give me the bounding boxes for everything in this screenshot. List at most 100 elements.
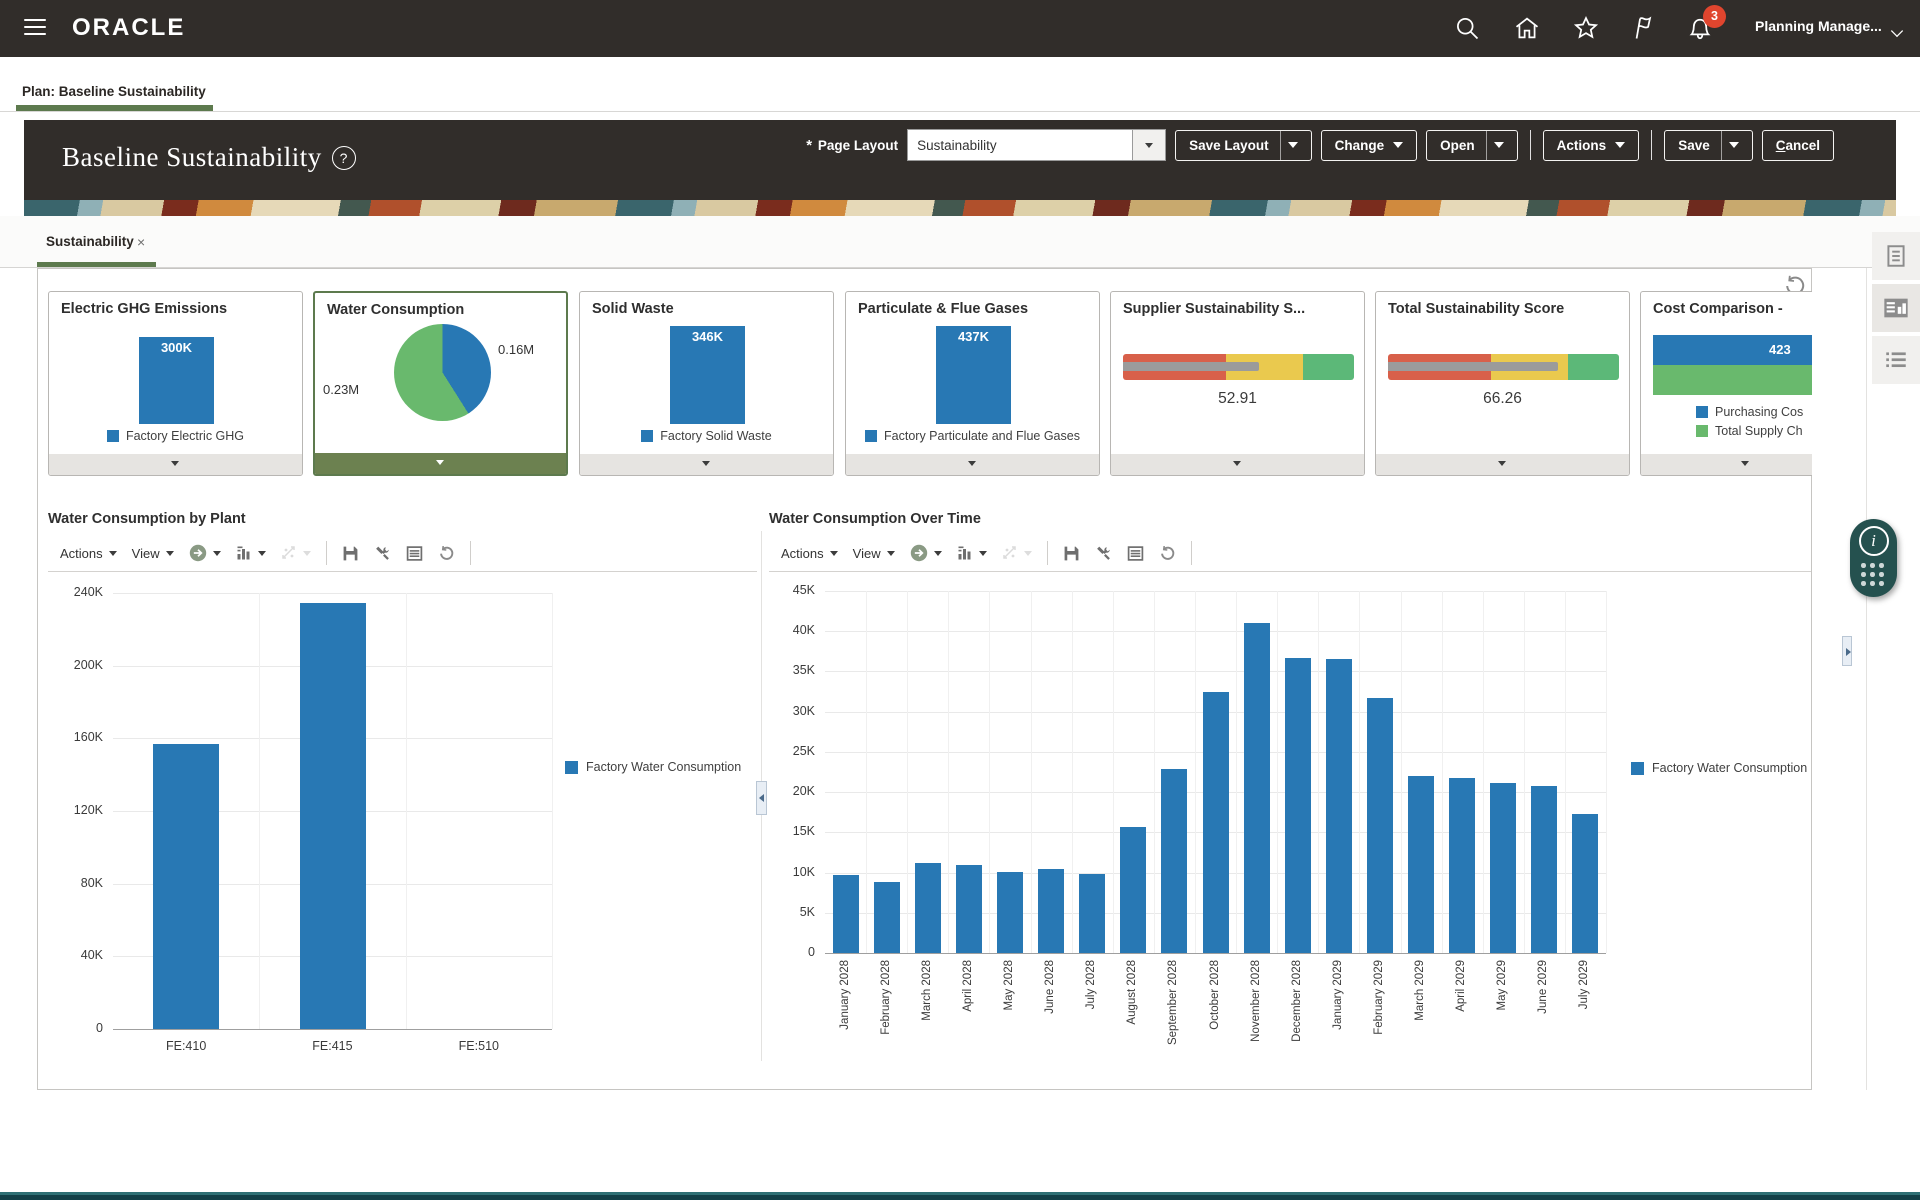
kpi-card-particulate-flue-gases[interactable]: Particulate & Flue Gases 437K Factory Pa…: [845, 291, 1100, 476]
view-menu[interactable]: View: [853, 546, 895, 561]
kpi-card-total-sustainability-score[interactable]: Total Sustainability Score 66.26: [1375, 291, 1630, 476]
y-tick-label: 20K: [769, 784, 815, 798]
table-view-icon[interactable]: [1127, 545, 1144, 562]
rail-document-view-button[interactable]: [1872, 232, 1920, 280]
graph-type-icon[interactable]: [236, 545, 266, 561]
actions-button[interactable]: Actions: [1543, 130, 1640, 161]
page-layout-dropdown-button[interactable]: [1132, 129, 1166, 161]
kpi-expand-button[interactable]: [1376, 454, 1629, 475]
chart-bar[interactable]: [956, 865, 982, 954]
user-menu[interactable]: Planning Manage...: [1755, 18, 1882, 34]
kpi-expand-button[interactable]: [315, 453, 566, 474]
chart-bar[interactable]: [153, 744, 219, 1029]
y-tick-label: 30K: [769, 704, 815, 718]
gridline: [1401, 591, 1402, 953]
legend-swatch: [1631, 762, 1644, 775]
kpi-title: Total Sustainability Score: [1388, 301, 1564, 317]
x-tick-label: January 2029: [1332, 960, 1344, 1030]
help-icon[interactable]: ?: [332, 146, 356, 170]
chevron-down-icon: [979, 551, 987, 556]
chart-bar[interactable]: [874, 882, 900, 953]
search-icon[interactable]: [1453, 14, 1481, 42]
tab-sustainability[interactable]: Sustainability: [46, 234, 134, 249]
kpi-legend: Factory Electric GHG: [49, 429, 302, 443]
y-tick-label: 40K: [769, 623, 815, 637]
view-menu[interactable]: View: [132, 546, 174, 561]
open-plans-tab-bar: Plan: Baseline Sustainability: [0, 57, 1920, 112]
chart-bar[interactable]: [915, 863, 941, 953]
kpi-card-solid-waste[interactable]: Solid Waste 346K Factory Solid Waste: [579, 291, 834, 476]
tools-icon[interactable]: [374, 545, 391, 562]
kpi-value: 437K: [958, 329, 989, 344]
save-button[interactable]: Save: [1664, 130, 1753, 161]
chart-bar[interactable]: [1326, 659, 1352, 953]
kpi-expand-button[interactable]: [1641, 454, 1812, 475]
favorites-star-icon[interactable]: [1572, 14, 1600, 42]
actions-menu[interactable]: Actions: [60, 546, 117, 561]
refresh-icon[interactable]: [438, 545, 455, 562]
active-tab-indicator: [37, 262, 156, 267]
kpi-card-water-consumption[interactable]: Water Consumption 0.16M 0.23M: [313, 291, 568, 476]
chart-bar[interactable]: [1572, 814, 1598, 953]
chart-bar[interactable]: [1244, 623, 1270, 953]
rail-list-view-button[interactable]: [1872, 336, 1920, 384]
plan-tab-label[interactable]: Plan: Baseline Sustainability: [22, 84, 206, 99]
chart-bar[interactable]: [997, 872, 1023, 953]
kpi-card-electric-ghg[interactable]: Electric GHG Emissions 300K Factory Elec…: [48, 291, 303, 476]
rail-dashboard-view-button[interactable]: [1872, 284, 1920, 332]
home-icon[interactable]: [1513, 14, 1541, 42]
chart-bar[interactable]: [1408, 776, 1434, 953]
chart-bar[interactable]: [1079, 874, 1105, 953]
chart-bar[interactable]: [1203, 692, 1229, 953]
gridline: [948, 591, 949, 953]
page-info-floating-button[interactable]: i: [1850, 519, 1897, 597]
rail-collapse-handle[interactable]: [1842, 636, 1852, 666]
cancel-button[interactable]: Cancel: [1762, 130, 1834, 161]
legend-swatch: [1696, 406, 1708, 418]
kpi-card-cost-comparison[interactable]: Cost Comparison - 423 Purchasing Cos Tot…: [1640, 291, 1812, 476]
y-tick-label: 5K: [769, 905, 815, 919]
graph-type-icon[interactable]: [957, 545, 987, 561]
watchlist-flag-icon[interactable]: [1629, 14, 1657, 42]
chart-bar[interactable]: [1038, 869, 1064, 953]
kpi-expand-button[interactable]: [1111, 454, 1364, 475]
kpi-hbar-supply-chain: [1653, 365, 1812, 395]
close-icon[interactable]: ×: [137, 234, 145, 250]
tools-icon[interactable]: [1095, 545, 1112, 562]
kpi-expand-button[interactable]: [580, 454, 833, 475]
open-button[interactable]: Open: [1426, 130, 1518, 161]
grid-dots-icon: [1861, 563, 1887, 586]
save-icon[interactable]: [1063, 545, 1080, 562]
chart-bar[interactable]: [1531, 786, 1557, 953]
change-button[interactable]: Change: [1321, 130, 1418, 161]
splitter-collapse-handle[interactable]: [756, 781, 767, 815]
drill-icon[interactable]: [189, 544, 221, 562]
chart-bar[interactable]: [1120, 827, 1146, 953]
chart-bar[interactable]: [833, 875, 859, 953]
table-view-icon[interactable]: [406, 545, 423, 562]
x-tick-label: October 2028: [1209, 960, 1221, 1030]
chart-bar[interactable]: [300, 603, 366, 1029]
chart-bar[interactable]: [1449, 778, 1475, 953]
chart-bar[interactable]: [1285, 658, 1311, 953]
gridline: [1277, 591, 1278, 953]
y-tick-label: 35K: [769, 663, 815, 677]
save-icon[interactable]: [342, 545, 359, 562]
chart-bar[interactable]: [1161, 769, 1187, 953]
kpi-card-supplier-sustainability-score[interactable]: Supplier Sustainability S... 52.91: [1110, 291, 1365, 476]
x-tick-label: June 2028: [1044, 960, 1056, 1014]
page-layout-input[interactable]: [907, 129, 1132, 161]
kpi-expand-button[interactable]: [846, 454, 1099, 475]
application-window: ORACLE 3 Planning Manage... Plan: Baseli…: [0, 0, 1920, 1200]
save-layout-button[interactable]: Save Layout: [1175, 130, 1312, 161]
drill-icon[interactable]: [910, 544, 942, 562]
expand-icon: [702, 461, 710, 466]
oracle-logo[interactable]: ORACLE: [72, 14, 185, 42]
chart-bar[interactable]: [1367, 698, 1393, 953]
refresh-icon[interactable]: [1159, 545, 1176, 562]
navigation-menu-icon[interactable]: [24, 19, 46, 37]
kpi-expand-button[interactable]: [49, 454, 302, 475]
chart-bar[interactable]: [1490, 783, 1516, 953]
actions-menu[interactable]: Actions: [781, 546, 838, 561]
expand-icon: [171, 461, 179, 466]
